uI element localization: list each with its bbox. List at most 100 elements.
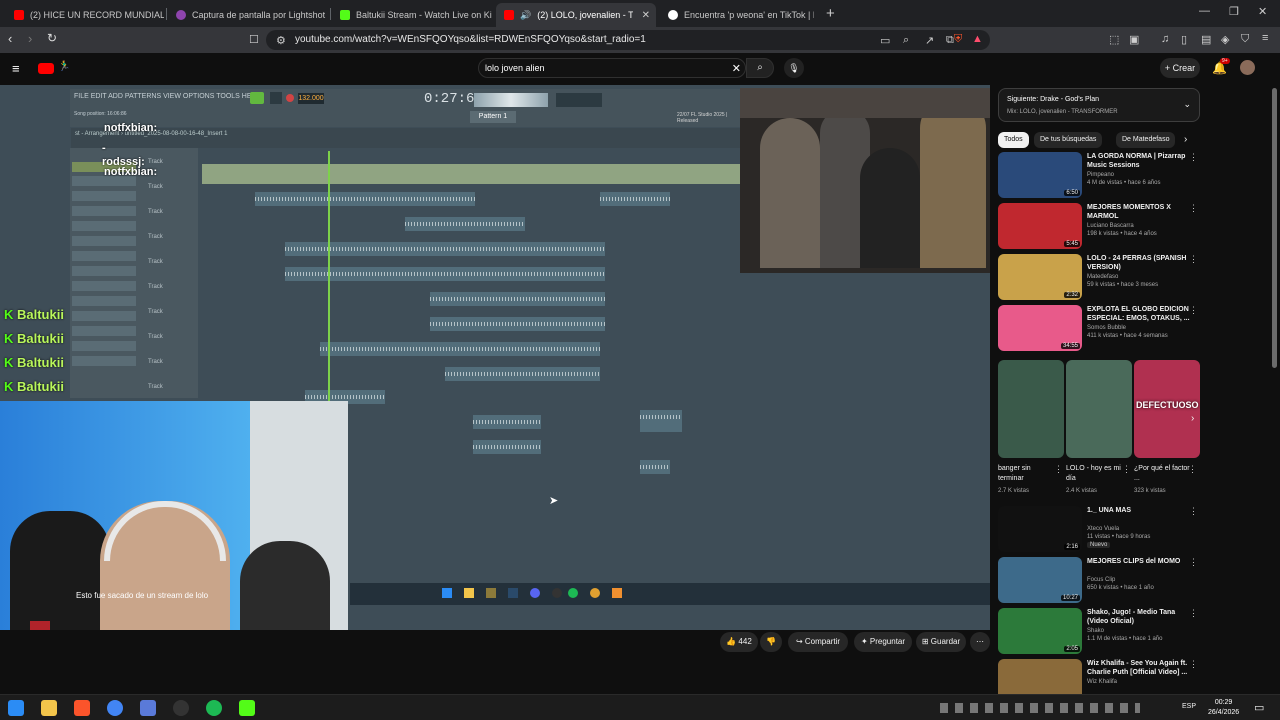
shorts-next-icon[interactable]: › xyxy=(1191,413,1194,424)
like-button[interactable]: 👍 442 xyxy=(720,632,758,652)
video-item[interactable]: 6:50 LA GORDA NORMA | Pizarrap Music Sess… xyxy=(998,152,1200,200)
channel-name[interactable]: Focus Clip xyxy=(1087,577,1115,583)
youtube-logo-icon[interactable] xyxy=(38,63,54,74)
channel-name[interactable]: Wiz Khalifa xyxy=(1087,679,1117,685)
close-window-icon[interactable]: ✕ xyxy=(1258,5,1267,18)
brave-browser-icon[interactable] xyxy=(74,700,90,716)
sidebar-icon[interactable]: ▯ xyxy=(1181,33,1187,46)
forward-icon[interactable]: › xyxy=(28,31,32,46)
restore-icon[interactable]: ❐ xyxy=(1229,5,1239,18)
more-icon[interactable]: ⋮ xyxy=(1189,254,1198,265)
tray-icons[interactable] xyxy=(940,703,1140,713)
more-icon[interactable]: ⋮ xyxy=(1122,464,1131,475)
search-input[interactable]: lolo joven alien ✕ xyxy=(478,58,746,78)
kick-icon[interactable] xyxy=(239,700,255,716)
more-icon[interactable]: ⋮ xyxy=(1189,305,1198,316)
browser-tab-active[interactable]: 🔊 (2) LOLO, jovenalien - TRANSF ✕ xyxy=(496,3,656,27)
video-title[interactable]: EXPLOTA EL GLOBO EDICION ESPECIAL: EMOS,… xyxy=(1087,305,1191,323)
chip-searches[interactable]: De tus búsquedas xyxy=(1034,132,1103,148)
video-item[interactable]: 34:55 EXPLOTA EL GLOBO EDICION ESPECIAL: … xyxy=(998,305,1200,353)
chip-all[interactable]: Todos xyxy=(998,132,1029,148)
more-icon[interactable]: ⋮ xyxy=(1054,464,1063,475)
video-title[interactable]: LA GORDA NORMA | Pizarrap Music Sessions xyxy=(1087,152,1191,170)
brave-shield-icon[interactable]: ⛨ xyxy=(954,33,962,46)
short-thumbnail[interactable] xyxy=(1066,360,1132,458)
hamburger-menu-icon[interactable]: ≡ xyxy=(12,61,20,76)
more-icon[interactable]: ⋮ xyxy=(1189,659,1198,670)
video-title[interactable]: MEJORES MOMENTOS X MARMOL xyxy=(1087,203,1191,221)
video-thumbnail[interactable]: 34:55 xyxy=(998,305,1082,351)
more-icon[interactable]: ⋮ xyxy=(1189,203,1198,214)
create-button[interactable]: + Crear xyxy=(1160,58,1200,78)
short-title[interactable]: ¿Por qué el factor ... xyxy=(1134,464,1192,484)
video-item[interactable]: 2:05 Shako, Jugo! - Medio Tana (Video Ofi… xyxy=(998,608,1200,656)
video-player[interactable]: FILE EDIT ADD PATTERNS VIEW OPTIONS TOOL… xyxy=(0,85,990,630)
share-icon[interactable]: ▭ xyxy=(880,34,890,47)
video-title[interactable]: MEJORES CLIPS del MOMO xyxy=(1087,557,1191,566)
address-bar[interactable]: ⚙ youtube.com/watch?v=WEnSFQOYqso&list=R… xyxy=(266,30,990,50)
dislike-button[interactable]: 👎 xyxy=(760,632,782,652)
video-item[interactable]: 2:16 1._ UNA MAS Xteco Vuela 11 vistas • ha… xyxy=(998,506,1200,554)
voice-search-button[interactable]: 🎙 xyxy=(784,58,804,78)
short-title[interactable]: banger sin terminar xyxy=(998,464,1056,484)
system-clock[interactable]: 00:29 26/4/2026 xyxy=(1208,698,1239,718)
channel-name[interactable]: Somos Bubble xyxy=(1087,325,1126,331)
language-indicator[interactable]: ESP xyxy=(1182,703,1196,710)
app-icon[interactable] xyxy=(140,700,156,716)
channel-name[interactable]: Pimpeano xyxy=(1087,172,1114,178)
video-thumbnail[interactable]: 2:32 xyxy=(998,254,1082,300)
short-thumbnail[interactable] xyxy=(998,360,1064,458)
new-tab-button[interactable]: + xyxy=(826,5,835,22)
translate-icon[interactable]: ⧉ xyxy=(946,34,954,47)
more-icon[interactable]: ⋮ xyxy=(1189,152,1198,163)
video-thumbnail[interactable]: 2:16 xyxy=(998,506,1082,552)
chevron-down-icon[interactable]: ⌄ xyxy=(1183,99,1191,110)
url-text[interactable]: youtube.com/watch?v=WEnSFQOYqso&list=RDW… xyxy=(295,34,646,45)
site-info-icon[interactable]: ⚙ xyxy=(276,34,286,47)
video-item[interactable]: 5:45 MEJORES MOMENTOS X MARMOL Luciano Bas… xyxy=(998,203,1200,251)
browser-tab[interactable]: Baltukii Stream - Watch Live on Kick xyxy=(332,3,492,27)
browser-tab[interactable]: Encuentra 'p weona' en TikTok | Busc xyxy=(660,3,818,27)
ask-button[interactable]: ✦ Preguntar xyxy=(854,632,912,652)
notification-center-icon[interactable]: ▭ xyxy=(1254,701,1264,714)
zoom-icon[interactable]: ⌕ xyxy=(903,34,909,47)
short-title[interactable]: LOLO - hoy es mi día xyxy=(1066,464,1124,484)
screenshot-icon[interactable]: ▣ xyxy=(1129,33,1139,46)
spotify-icon[interactable] xyxy=(206,700,222,716)
channel-name[interactable]: Matedefaso xyxy=(1087,274,1118,280)
close-tab-icon[interactable]: ✕ xyxy=(642,10,650,21)
reload-icon[interactable]: ↻ xyxy=(47,31,57,45)
wallet-icon[interactable]: ▤ xyxy=(1201,33,1211,46)
browser-tab[interactable]: (2) HICE UN RECORD MUNDIAL EN M xyxy=(6,3,164,27)
video-thumbnail[interactable]: 2:05 xyxy=(998,608,1082,654)
media-icon[interactable]: ♫ xyxy=(1161,33,1169,45)
video-title[interactable]: Wiz Khalifa - See You Again ft. Charlie … xyxy=(1087,659,1191,677)
send-icon[interactable]: ↗ xyxy=(925,34,934,47)
start-icon[interactable] xyxy=(8,700,24,716)
minimize-icon[interactable]: — xyxy=(1199,5,1210,17)
playlist-next-box[interactable]: Siguiente: Drake - God's Plan Mix: LOLO,… xyxy=(998,88,1200,122)
chrome-icon[interactable] xyxy=(107,700,123,716)
video-thumbnail[interactable]: 5:45 xyxy=(998,203,1082,249)
share-button[interactable]: ↪ Compartir xyxy=(788,632,848,652)
doodle-icon[interactable]: 🏃‍♂️ xyxy=(58,61,70,72)
video-thumbnail[interactable]: 10:27 xyxy=(998,557,1082,603)
browser-tab[interactable]: Captura de pantalla por Lightshot xyxy=(168,3,326,27)
video-item[interactable]: 2:32 LOLO - 24 PERRAS (SPANISH VERSION) Ma… xyxy=(998,254,1200,302)
shield-icon[interactable]: ⛉ xyxy=(1241,33,1249,46)
avatar[interactable] xyxy=(1240,60,1255,75)
channel-name[interactable]: Shako xyxy=(1087,628,1104,634)
video-item[interactable]: 10:27 MEJORES CLIPS del MOMO Focus Clip 650… xyxy=(998,557,1200,605)
more-icon[interactable]: ⋮ xyxy=(1189,506,1198,517)
menu-icon[interactable]: ≡ xyxy=(1262,32,1268,44)
more-icon[interactable]: ⋮ xyxy=(1189,557,1198,568)
clear-search-icon[interactable]: ✕ xyxy=(732,62,741,75)
search-button[interactable]: ⌕ xyxy=(746,58,774,78)
channel-name[interactable]: Xteco Vuela xyxy=(1087,526,1119,532)
chip-channel[interactable]: De Matedefaso xyxy=(1116,132,1176,148)
more-actions-button[interactable]: ⋯ xyxy=(970,632,990,652)
vpn-icon[interactable]: ◈ xyxy=(1221,33,1229,46)
back-icon[interactable]: ‹ xyxy=(8,31,12,46)
save-button[interactable]: ⊞ Guardar xyxy=(916,632,966,652)
file-explorer-icon[interactable] xyxy=(41,700,57,716)
